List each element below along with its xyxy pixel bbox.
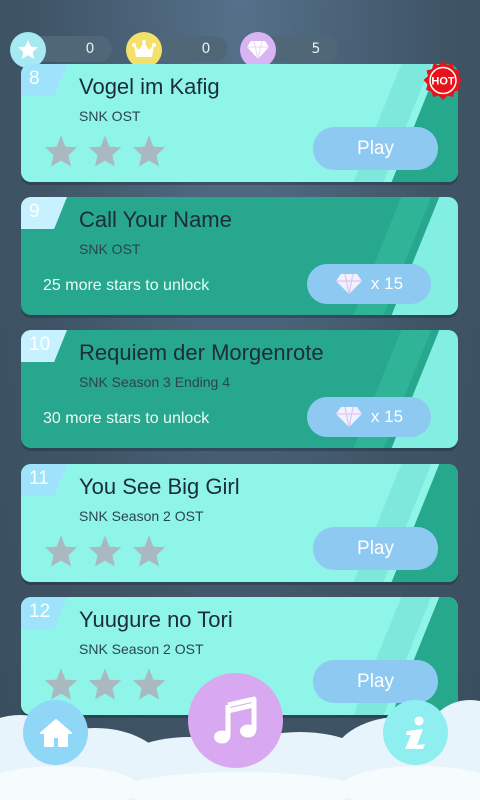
unlock-requirement: 25 more stars to unlock [43,277,210,294]
song-title: You See Big Girl [79,474,240,499]
star-icon [10,32,46,68]
currency-bar: 0 0 5 [0,28,480,68]
star-count: 0 [85,41,95,57]
crown-icon [126,32,162,68]
play-button[interactable]: Play [313,527,438,570]
home-icon [39,718,72,747]
gem-count: 5 [311,41,321,57]
star-icon [44,135,78,167]
play-button[interactable]: Play [313,127,438,170]
info-button[interactable] [383,700,448,765]
info-icon [404,716,425,749]
unlock-with-gems-button[interactable]: x 15 [307,264,431,304]
star-icon [44,535,78,567]
star-icon [132,535,166,567]
song-card[interactable]: 10 Requiem der Morgenrote SNK Season 3 E… [21,330,458,448]
song-number: 12 [29,601,51,622]
song-number-tab [21,197,67,229]
song-card[interactable]: 9 Call Your Name SNK OST 25 more stars t… [21,197,458,315]
diamond-icon [240,32,276,68]
star-icon [88,535,122,567]
home-button[interactable] [23,700,88,765]
song-card[interactable]: 11 You See Big Girl SNK Season 2 OST Pla… [21,464,458,582]
diamond-icon [335,273,362,295]
gem-cost: x 15 [370,407,404,426]
song-title: Call Your Name [79,207,232,232]
crown-count: 0 [201,41,211,57]
gem-cost: x 15 [370,274,404,293]
song-number: 10 [29,334,51,355]
star-icon [88,135,122,167]
song-subtitle: SNK Season 2 OST [79,641,204,657]
song-number: 11 [29,468,49,489]
song-subtitle: SNK Season 3 Ending 4 [79,374,230,390]
song-number: 8 [29,68,40,89]
unlock-requirement: 30 more stars to unlock [43,410,210,427]
hot-badge: HOT [422,60,464,102]
song-subtitle: SNK Season 2 OST [79,508,204,524]
star-rating [43,134,167,170]
star-rating [43,534,167,570]
hot-badge-label: HOT [431,76,455,88]
song-card[interactable]: 8 Vogel im Kafig SNK OST Play [21,64,458,182]
music-button[interactable] [188,673,283,768]
diamond-icon [335,406,362,428]
song-subtitle: SNK OST [79,241,141,257]
song-title: Requiem der Morgenrote [79,340,324,365]
song-number: 9 [29,201,40,222]
song-title: Vogel im Kafig [79,74,220,99]
song-title: Yuugure no Tori [79,607,233,632]
music-note-icon [213,696,256,743]
unlock-with-gems-button[interactable]: x 15 [307,397,431,437]
song-subtitle: SNK OST [79,108,141,124]
star-icon [132,135,166,167]
song-number-tab [21,64,67,96]
